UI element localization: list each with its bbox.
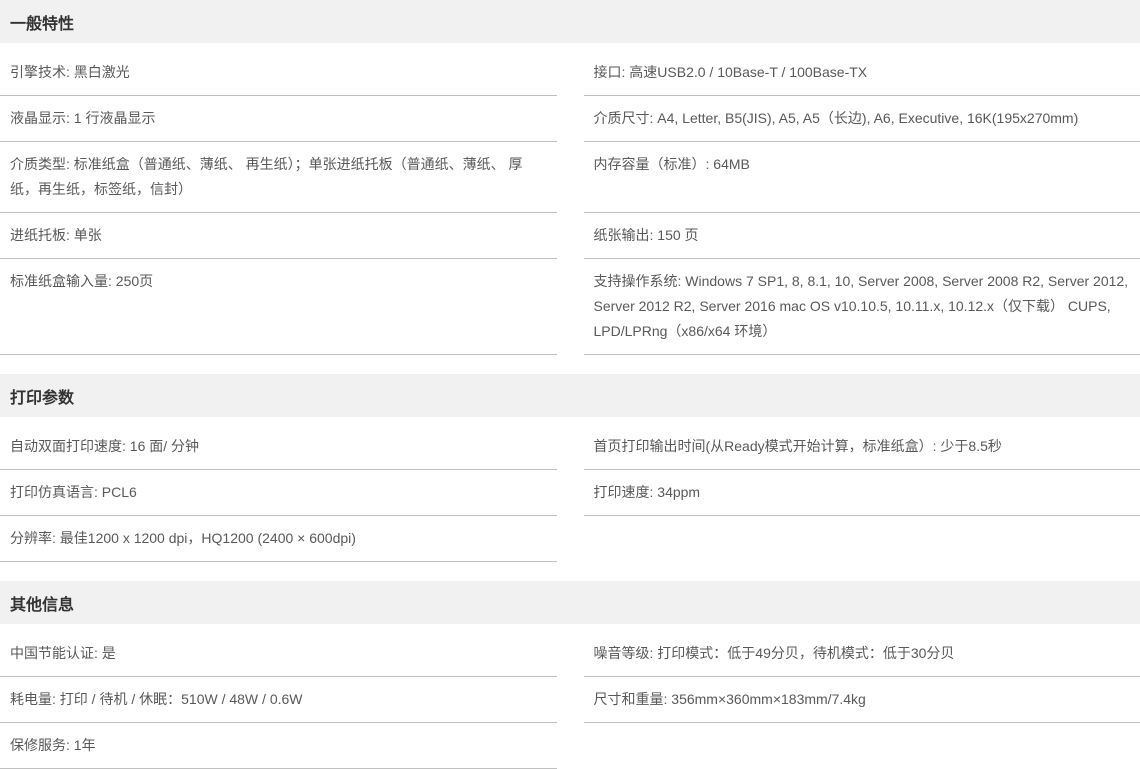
- spec-cell-power-consumption: 耗电量: 打印 / 待机 / 休眠：510W / 48W / 0.6W: [0, 677, 557, 723]
- spec-cell-supported-os: 支持操作系统: Windows 7 SP1, 8, 8.1, 10, Serve…: [584, 259, 1140, 355]
- section-header: 一般特性: [0, 0, 1140, 43]
- spec-cell-media-size: 介质尺寸: A4, Letter, B5(JIS), A5, A5（长边), A…: [584, 96, 1140, 142]
- spec-cell-noise-level: 噪音等级: 打印模式：低于49分贝，待机模式：低于30分贝: [584, 631, 1140, 677]
- spec-cell-feed-tray: 进纸托板: 单张: [0, 213, 557, 259]
- spec-cell-interface: 接口: 高速USB2.0 / 10Base-T / 100Base-TX: [584, 50, 1140, 96]
- spec-cell-emulation-language: 打印仿真语言: PCL6: [0, 470, 557, 516]
- section-header: 打印参数: [0, 374, 1140, 417]
- spec-cell-warranty: 保修服务: 1年: [0, 723, 557, 769]
- spec-cell-empty: [584, 516, 1140, 562]
- spec-cell-duplex-speed: 自动双面打印速度: 16 面/ 分钟: [0, 424, 557, 470]
- section-general-features: 一般特性 引擎技术: 黑白激光 接口: 高速USB2.0 / 10Base-T …: [0, 0, 1140, 355]
- section-other-info: 其他信息 中国节能认证: 是 噪音等级: 打印模式：低于49分贝，待机模式：低于…: [0, 581, 1140, 769]
- spec-cell-energy-certification: 中国节能认证: 是: [0, 631, 557, 677]
- spec-cell-dimensions-weight: 尺寸和重量: 356mm×360mm×183mm/7.4kg: [584, 677, 1140, 723]
- section-title: 其他信息: [10, 591, 74, 615]
- spec-cell-resolution: 分辨率: 最佳1200 x 1200 dpi，HQ1200 (2400 × 60…: [0, 516, 557, 562]
- spec-grid: 自动双面打印速度: 16 面/ 分钟 首页打印输出时间(从Ready模式开始计算…: [0, 424, 1140, 562]
- section-header: 其他信息: [0, 581, 1140, 624]
- spec-cell-media-type: 介质类型: 标准纸盒（普通纸、薄纸、 再生纸）；单张进纸托板（普通纸、薄纸、 厚…: [0, 142, 557, 213]
- spec-cell-memory: 内存容量（标准）: 64MB: [584, 142, 1140, 213]
- spec-grid: 中国节能认证: 是 噪音等级: 打印模式：低于49分贝，待机模式：低于30分贝 …: [0, 631, 1140, 769]
- section-title: 打印参数: [10, 384, 74, 408]
- spec-cell-print-speed: 打印速度: 34ppm: [584, 470, 1140, 516]
- section-print-parameters: 打印参数 自动双面打印速度: 16 面/ 分钟 首页打印输出时间(从Ready模…: [0, 374, 1140, 562]
- spec-cell-paper-output: 纸张输出: 150 页: [584, 213, 1140, 259]
- section-title: 一般特性: [10, 10, 74, 34]
- spec-cell-first-page-time: 首页打印输出时间(从Ready模式开始计算，标准纸盒）: 少于8.5秒: [584, 424, 1140, 470]
- spec-cell-lcd-display: 液晶显示: 1 行液晶显示: [0, 96, 557, 142]
- spec-page: 一般特性 引擎技术: 黑白激光 接口: 高速USB2.0 / 10Base-T …: [0, 0, 1140, 769]
- spec-grid: 引擎技术: 黑白激光 接口: 高速USB2.0 / 10Base-T / 100…: [0, 50, 1140, 355]
- spec-cell-engine-tech: 引擎技术: 黑白激光: [0, 50, 557, 96]
- spec-cell-tray-capacity: 标准纸盒输入量: 250页: [0, 259, 557, 355]
- spec-cell-empty: [584, 723, 1140, 769]
